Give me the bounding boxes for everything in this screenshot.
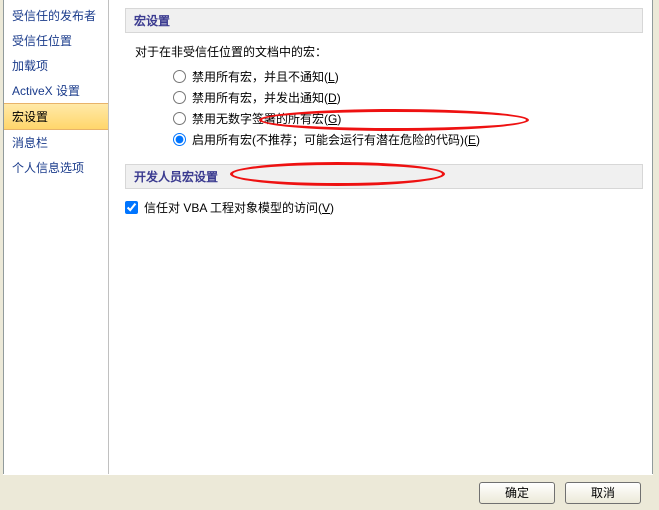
sidebar-item-label: ActiveX 设置 bbox=[12, 84, 80, 98]
sidebar-item-trusted-publishers[interactable]: 受信任的发布者 bbox=[4, 3, 108, 28]
sidebar-item-label: 受信任的发布者 bbox=[12, 9, 96, 23]
section-title-text: 开发人员宏设置 bbox=[134, 170, 218, 184]
sidebar-item-message-bar[interactable]: 消息栏 bbox=[4, 130, 108, 155]
radio-disable-unsigned[interactable]: 禁用无数字签署的所有宏(G) bbox=[173, 110, 636, 127]
sidebar-item-label: 加载项 bbox=[12, 59, 48, 73]
sidebar-item-label: 消息栏 bbox=[12, 136, 48, 150]
sidebar-item-label: 个人信息选项 bbox=[12, 161, 84, 175]
radio-disable-notify[interactable]: 禁用所有宏，并发出通知(D) bbox=[173, 89, 636, 106]
content-pane: 宏设置 对于在非受信任位置的文档中的宏： 禁用所有宏，并且不通知(L) 禁用所有… bbox=[109, 0, 652, 474]
macro-settings-header: 宏设置 bbox=[125, 8, 643, 33]
trust-vba-checkbox[interactable] bbox=[125, 201, 138, 214]
radio-disable-no-notify[interactable]: 禁用所有宏，并且不通知(L) bbox=[173, 68, 636, 85]
sidebar-item-macro-settings[interactable]: 宏设置 bbox=[4, 103, 108, 130]
button-bar: 确定 取消 bbox=[3, 474, 653, 510]
radio-label: 禁用所有宏，并且不通知(L) bbox=[192, 68, 339, 85]
section-title-text: 宏设置 bbox=[134, 14, 170, 28]
ok-button[interactable]: 确定 bbox=[479, 482, 555, 504]
macro-intro-text: 对于在非受信任位置的文档中的宏： bbox=[135, 43, 636, 60]
checkbox-label: 信任对 VBA 工程对象模型的访问(V) bbox=[144, 199, 334, 216]
sidebar-item-addins[interactable]: 加载项 bbox=[4, 53, 108, 78]
sidebar-item-privacy-options[interactable]: 个人信息选项 bbox=[4, 155, 108, 180]
radio-label: 禁用无数字签署的所有宏(G) bbox=[192, 110, 341, 127]
sidebar-item-label: 受信任位置 bbox=[12, 34, 72, 48]
radio-label: 启用所有宏(不推荐；可能会运行有潜在危险的代码)(E) bbox=[192, 131, 480, 148]
sidebar-item-label: 宏设置 bbox=[12, 110, 48, 124]
sidebar-item-activex[interactable]: ActiveX 设置 bbox=[4, 78, 108, 103]
radio-input-disable-unsigned[interactable] bbox=[173, 112, 186, 125]
cancel-button[interactable]: 取消 bbox=[565, 482, 641, 504]
sidebar-item-trusted-locations[interactable]: 受信任位置 bbox=[4, 28, 108, 53]
radio-enable-all[interactable]: 启用所有宏(不推荐；可能会运行有潜在危险的代码)(E) bbox=[173, 131, 636, 148]
radio-input-disable-no-notify[interactable] bbox=[173, 70, 186, 83]
body-area: 受信任的发布者 受信任位置 加载项 ActiveX 设置 宏设置 消息栏 个人信… bbox=[3, 0, 653, 474]
developer-macro-header: 开发人员宏设置 bbox=[125, 164, 643, 189]
radio-label: 禁用所有宏，并发出通知(D) bbox=[192, 89, 341, 106]
radio-input-enable-all[interactable] bbox=[173, 133, 186, 146]
trust-vba-row[interactable]: 信任对 VBA 工程对象模型的访问(V) bbox=[125, 199, 636, 216]
radio-input-disable-notify[interactable] bbox=[173, 91, 186, 104]
sidebar: 受信任的发布者 受信任位置 加载项 ActiveX 设置 宏设置 消息栏 个人信… bbox=[4, 0, 109, 474]
trust-center-window: 受信任的发布者 受信任位置 加载项 ActiveX 设置 宏设置 消息栏 个人信… bbox=[0, 0, 659, 510]
